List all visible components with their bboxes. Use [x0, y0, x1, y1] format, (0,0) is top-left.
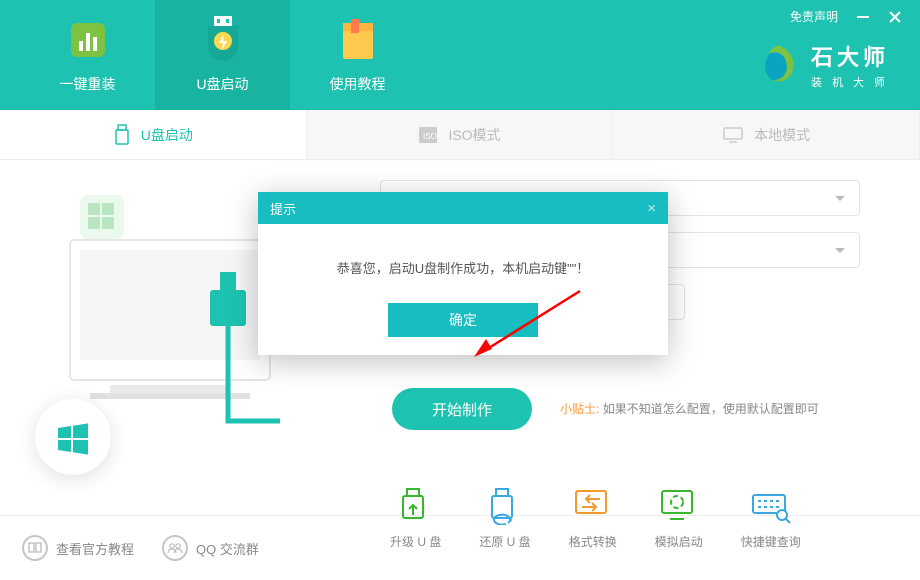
- action-row: 升级 U 盘 还原 U 盘 格式转换 模拟启动 快捷键查询: [390, 487, 801, 550]
- window-controls: 免责声明: [790, 8, 902, 25]
- windows-icon: [54, 418, 92, 456]
- nav-tutorial[interactable]: 使用教程: [290, 0, 425, 110]
- footer-label: QQ 交流群: [196, 539, 259, 558]
- dialog-ok-button[interactable]: 确定: [388, 303, 538, 337]
- usb-icon: [113, 124, 131, 146]
- nav-label: U盘启动: [196, 74, 248, 94]
- tab-local-mode[interactable]: 本地模式: [613, 110, 920, 159]
- qq-group-link[interactable]: QQ 交流群: [162, 535, 259, 561]
- action-restore-usb[interactable]: 还原 U 盘: [479, 487, 530, 550]
- tip-text: 小贴士: 如果不知道怎么配置，使用默认配置即可: [560, 400, 819, 417]
- nav-reinstall[interactable]: 一键重装: [20, 0, 155, 110]
- tab-usb-boot[interactable]: U盘启动: [0, 110, 307, 159]
- minimize-button[interactable]: [856, 10, 870, 24]
- dialog-close-button[interactable]: ×: [647, 200, 656, 217]
- monitor-icon: [722, 126, 744, 144]
- tab-label: ISO模式: [448, 125, 500, 145]
- mode-tabs: U盘启动 ISO ISO模式 本地模式: [0, 110, 920, 160]
- start-label: 开始制作: [432, 399, 492, 420]
- ok-label: 确定: [449, 310, 477, 330]
- dialog-titlebar: 提示 ×: [258, 192, 668, 224]
- official-tutorial-link[interactable]: 查看官方教程: [22, 535, 134, 561]
- tab-label: U盘启动: [141, 125, 193, 145]
- tip-body: 如果不知道怎么配置，使用默认配置即可: [603, 402, 819, 416]
- action-label: 模拟启动: [655, 533, 703, 550]
- svg-text:ISO: ISO: [423, 132, 437, 141]
- action-hotkey-lookup[interactable]: 快捷键查询: [741, 487, 801, 550]
- nav-label: 一键重装: [60, 74, 116, 94]
- book-icon: [334, 16, 382, 64]
- book-open-icon: [22, 535, 48, 561]
- nav-label: 使用教程: [330, 74, 386, 94]
- action-label: 格式转换: [569, 533, 617, 550]
- tab-iso-mode[interactable]: ISO ISO模式: [307, 110, 614, 159]
- tab-label: 本地模式: [754, 125, 810, 145]
- keyboard-search-icon: [750, 487, 792, 525]
- action-format-convert[interactable]: 格式转换: [569, 487, 617, 550]
- footer-label: 查看官方教程: [56, 539, 134, 558]
- action-simulate-boot[interactable]: 模拟启动: [655, 487, 703, 550]
- dialog-message: 恭喜您，启动U盘制作成功，本机启动键""！: [258, 224, 668, 303]
- action-label: 还原 U 盘: [479, 533, 530, 550]
- disclaimer-link[interactable]: 免责声明: [790, 8, 838, 25]
- footer: 查看官方教程 QQ 交流群 升级 U 盘 还原 U 盘 格式转换 模拟启动 快捷…: [0, 515, 920, 580]
- brand: 石大师 装机大师: [759, 40, 895, 90]
- brand-title: 石大师: [811, 40, 895, 72]
- action-label: 快捷键查询: [741, 533, 801, 550]
- tip-label: 小贴士:: [560, 402, 599, 416]
- app-header: 一键重装 U盘启动 使用教程 免责声明 石大师 装机大师: [0, 0, 920, 110]
- close-button[interactable]: [888, 10, 902, 24]
- usb-up-icon: [395, 487, 437, 525]
- nav-usb-boot[interactable]: U盘启动: [155, 0, 290, 110]
- start-make-button[interactable]: 开始制作: [392, 388, 532, 430]
- bar-chart-icon: [64, 16, 112, 64]
- windows-logo-badge: [35, 399, 111, 475]
- brand-logo-icon: [759, 44, 801, 86]
- monitor-loading-icon: [658, 487, 700, 525]
- success-dialog: 提示 × 恭喜您，启动U盘制作成功，本机启动键""！ 确定: [258, 192, 668, 355]
- convert-icon: [572, 487, 614, 525]
- usb-refresh-icon: [484, 487, 526, 525]
- people-icon: [162, 535, 188, 561]
- main-nav: 一键重装 U盘启动 使用教程: [0, 0, 425, 110]
- iso-icon: ISO: [418, 126, 438, 144]
- action-upgrade-usb[interactable]: 升级 U 盘: [390, 487, 441, 550]
- usb-shield-icon: [199, 16, 247, 64]
- brand-subtitle: 装机大师: [811, 74, 895, 90]
- action-label: 升级 U 盘: [390, 533, 441, 550]
- dialog-title: 提示: [270, 199, 296, 218]
